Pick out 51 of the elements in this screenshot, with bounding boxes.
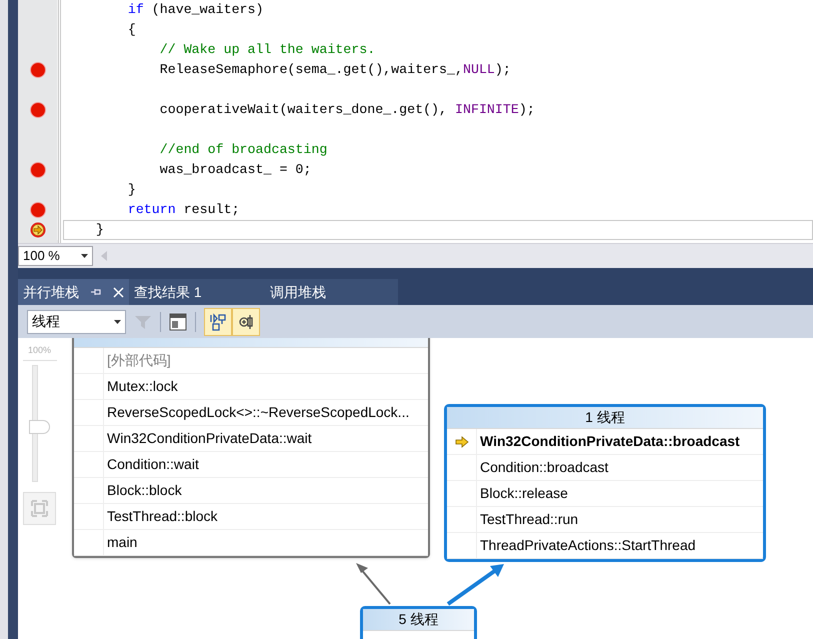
node-title: 1 线程 xyxy=(585,408,625,427)
zoom-slider[interactable] xyxy=(29,365,51,482)
stack-frame[interactable]: Condition::wait xyxy=(104,454,199,475)
breakpoint-arrow-icon xyxy=(30,222,46,238)
stack-frame[interactable]: Block::release xyxy=(477,483,568,504)
window-icon[interactable] xyxy=(169,312,187,330)
stack-frame[interactable]: ThreadPrivateActions::StartThread xyxy=(477,535,696,556)
zoom-dropdown[interactable]: 100 % xyxy=(18,246,93,266)
stack-frame[interactable]: Block::block xyxy=(104,480,182,501)
scroll-left-icon[interactable] xyxy=(101,251,107,261)
code-line: return result; xyxy=(126,201,240,219)
zoom-label: 100% xyxy=(28,344,52,357)
code-line: } xyxy=(126,181,136,199)
diagram-icon xyxy=(209,312,227,330)
code-line: if (have_waiters) xyxy=(126,1,264,19)
tab[interactable]: 查找结果 1 xyxy=(129,279,265,305)
stack-frame[interactable]: ReverseScopedLock<>::~ReverseScopedLock... xyxy=(104,402,410,423)
pin-icon[interactable] xyxy=(91,287,101,297)
code-line: { xyxy=(126,21,136,39)
breakpoint-icon xyxy=(30,202,46,218)
magnifier-icon xyxy=(237,312,255,330)
close-icon[interactable] xyxy=(113,286,124,298)
stack-frame[interactable]: Win32ConditionPrivateData::broadcast xyxy=(477,431,740,452)
code-line: } xyxy=(94,221,104,239)
breakpoint-icon xyxy=(30,102,46,118)
code-line: cooperativeWait(waiters_done_.get(), INFINITE); xyxy=(158,101,535,119)
zoom-focus-toggle[interactable] xyxy=(232,308,260,336)
stack-frame[interactable]: Win32ConditionPrivateData::wait xyxy=(104,428,312,449)
caret-icon xyxy=(114,320,121,324)
stack-frame[interactable]: Mutex::lock xyxy=(104,376,178,397)
filter-icon[interactable] xyxy=(134,314,152,330)
stack-frame[interactable]: Condition::broadcast xyxy=(477,457,608,478)
caret-icon xyxy=(81,254,88,258)
code-line: //end of broadcasting xyxy=(158,141,328,159)
fit-to-view-icon[interactable] xyxy=(23,492,56,525)
code-line: // Wake up all the waiters. xyxy=(158,41,376,59)
view-dropdown[interactable]: 线程 xyxy=(27,310,126,334)
breakpoint-icon xyxy=(30,162,46,178)
node-title: 5 线程 xyxy=(398,610,438,629)
tab[interactable]: 调用堆栈 xyxy=(265,279,331,305)
stack-layout-toggle[interactable] xyxy=(204,308,232,336)
stack-frame[interactable]: TestThread::run xyxy=(477,509,578,530)
code-line: was_broadcast_ = 0; xyxy=(158,161,312,179)
slider-thumb[interactable] xyxy=(29,420,50,434)
code-line: ReleaseSemaphore(sema_.get(),waiters_,NULL); xyxy=(158,61,511,79)
connector-arrow xyxy=(356,563,391,605)
breakpoint-icon xyxy=(30,62,46,78)
stack-frame[interactable]: TestThread::block xyxy=(104,506,218,527)
tab[interactable]: 并行堆栈 xyxy=(18,279,129,305)
stack-frame[interactable]: main xyxy=(104,532,138,553)
stack-frame[interactable]: [外部代码] xyxy=(104,350,171,371)
